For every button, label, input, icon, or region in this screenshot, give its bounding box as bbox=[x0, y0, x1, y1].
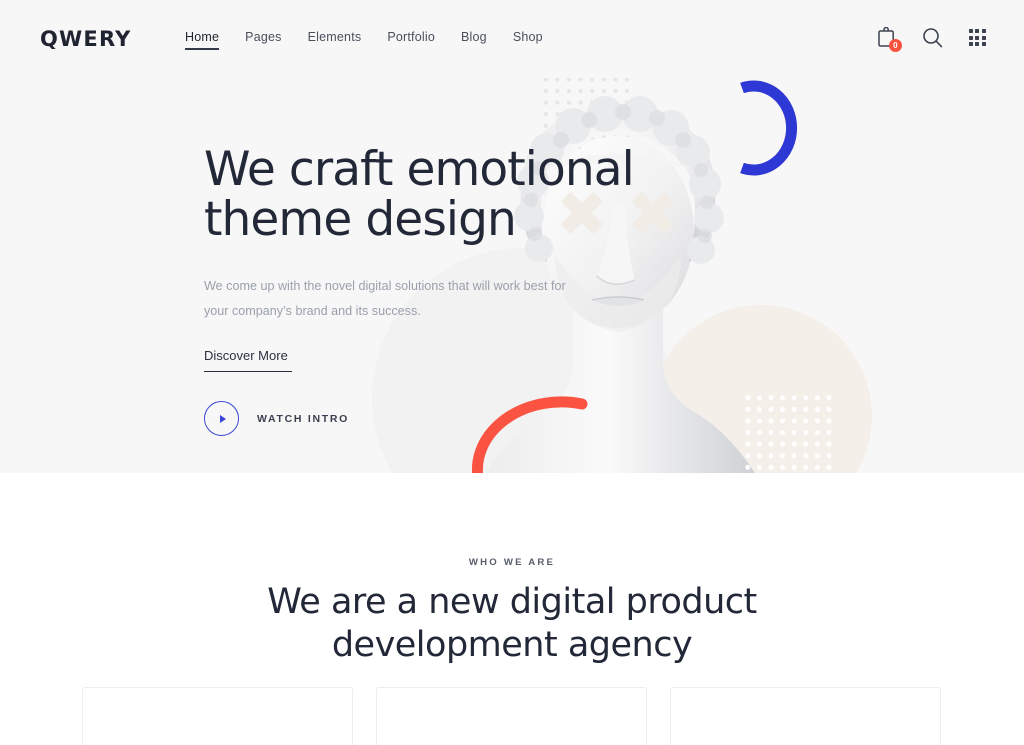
blue-arc-decoration bbox=[740, 80, 798, 176]
header-actions: 0 bbox=[877, 27, 986, 52]
feature-cards bbox=[82, 687, 942, 745]
dot-grid-white bbox=[742, 392, 834, 473]
section-eyebrow: WHO WE ARE bbox=[468, 557, 556, 568]
brand-logo[interactable]: QWERY bbox=[40, 27, 132, 51]
hero-subtitle: We come up with the novel digital soluti… bbox=[204, 278, 566, 318]
red-arc-decoration bbox=[472, 396, 588, 473]
feature-card-2[interactable] bbox=[376, 687, 647, 745]
watch-intro-button[interactable]: WATCH INTRO bbox=[204, 401, 349, 436]
hero-content: We craft emotional theme design We come … bbox=[204, 144, 635, 372]
nav-item-shop[interactable]: Shop bbox=[513, 30, 543, 50]
hero-title-line1: We craft emotional bbox=[204, 142, 635, 197]
discover-more-link[interactable]: Discover More bbox=[204, 348, 292, 372]
who-we-are-section: WHO WE ARE We are a new digital product … bbox=[0, 473, 1024, 745]
nav-item-pages[interactable]: Pages bbox=[245, 30, 281, 50]
site-header: QWERY Home Pages Elements Portfolio Blog… bbox=[0, 0, 1024, 78]
main-navigation: Home Pages Elements Portfolio Blog Shop bbox=[185, 30, 543, 50]
search-icon[interactable] bbox=[922, 27, 943, 48]
section-title-line1: We are a new digital product bbox=[267, 582, 757, 622]
hero-title: We craft emotional theme design bbox=[204, 144, 635, 248]
nav-item-blog[interactable]: Blog bbox=[461, 30, 487, 50]
page-root: We craft emotional theme design We come … bbox=[0, 0, 1024, 745]
feature-card-3[interactable] bbox=[670, 687, 941, 745]
grid-menu-icon[interactable] bbox=[968, 28, 986, 47]
feature-card-1[interactable] bbox=[82, 687, 353, 745]
section-title: We are a new digital product development… bbox=[0, 581, 1024, 667]
cart-badge: 0 bbox=[888, 39, 902, 52]
nav-item-elements[interactable]: Elements bbox=[308, 30, 362, 50]
shopping-bag-icon[interactable]: 0 bbox=[877, 27, 902, 52]
hero-title-line2: theme design bbox=[204, 192, 517, 248]
play-icon[interactable] bbox=[204, 401, 239, 436]
nav-item-portfolio[interactable]: Portfolio bbox=[387, 30, 435, 50]
section-title-line2: development agency bbox=[331, 625, 693, 666]
nav-item-home[interactable]: Home bbox=[185, 30, 220, 50]
watch-intro-label: WATCH INTRO bbox=[257, 412, 349, 425]
